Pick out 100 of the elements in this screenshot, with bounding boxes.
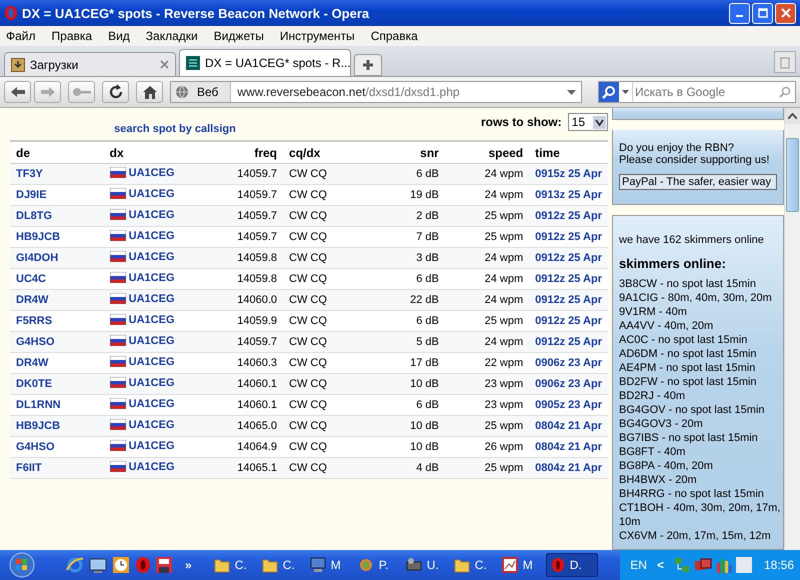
skimmer-entry: BG7IBS - no spot last 15min	[619, 431, 759, 445]
close-icon[interactable]	[160, 60, 169, 69]
scrollbar[interactable]	[784, 108, 800, 550]
paypal-field[interactable]: PayPal - The safer, easier way	[619, 174, 777, 190]
callsign-link[interactable]: DL8TG	[16, 210, 52, 222]
callsign-link[interactable]: UA1CEG	[128, 208, 175, 221]
callsign-link[interactable]: GI4DOH	[16, 252, 58, 264]
clock-icon[interactable]	[112, 556, 130, 574]
callsign-link[interactable]: UA1CEG	[128, 272, 175, 284]
callsign-link[interactable]: DR4W	[16, 294, 48, 306]
callsign-link[interactable]: UA1CEG	[128, 292, 175, 305]
callsign-link[interactable]: DL1RNN	[16, 399, 61, 411]
callsign-link[interactable]: UA1CEG	[128, 376, 175, 389]
callsign-link[interactable]: DR4W	[16, 357, 48, 369]
callsign-link[interactable]: UA1CEG	[128, 250, 175, 263]
callsign-link[interactable]: UA1CEG	[128, 460, 175, 473]
close-button[interactable]	[775, 2, 796, 24]
callsign-link[interactable]: 0912z 25 Apr	[535, 273, 602, 285]
rows-select[interactable]: 15	[568, 113, 608, 131]
menu-item[interactable]: Закладки	[142, 29, 210, 43]
callsign-link[interactable]: 0804z 21 Apr	[535, 420, 602, 432]
dropdown-arrow-icon[interactable]	[622, 90, 629, 94]
callsign-link[interactable]: 0912z 25 Apr	[535, 252, 602, 264]
clock: 18:56	[764, 558, 794, 572]
callsign-link[interactable]: 0804z 21 Apr	[535, 462, 602, 474]
taskbar-button[interactable]: P.	[354, 553, 398, 577]
callsign-link[interactable]: 0912z 25 Apr	[535, 210, 602, 222]
flag-icon	[110, 461, 126, 472]
callsign-link[interactable]: UA1CEG	[128, 418, 175, 431]
menu-item[interactable]: Вид	[104, 29, 142, 43]
callsign-link[interactable]: HB9JCB	[16, 231, 60, 243]
taskbar-button[interactable]: U.	[402, 553, 446, 577]
callsign-link[interactable]: G4HSO	[16, 336, 55, 348]
flag-icon	[110, 188, 126, 200]
minimize-button[interactable]	[729, 2, 750, 24]
search-field[interactable]: Искать в Google	[598, 81, 796, 103]
menu-item[interactable]: Виджеты	[210, 29, 276, 43]
more-button[interactable]: »	[185, 558, 192, 572]
callsign-link[interactable]: 0912z 25 Apr	[535, 315, 602, 327]
callsign-link[interactable]: 0915z 25 Apr	[535, 168, 602, 180]
scrollbar-thumb[interactable]	[786, 138, 799, 212]
callsign-link[interactable]: 0912z 25 Apr	[535, 231, 602, 243]
callsign-link[interactable]: 0804z 21 Apr	[535, 441, 602, 453]
taskbar-button[interactable]: M	[306, 553, 350, 577]
table-cell: 14060.0	[219, 290, 284, 310]
new-tab-button[interactable]	[354, 54, 382, 76]
callsign-link[interactable]: 0906z 23 Apr	[535, 378, 602, 390]
desktop-icon[interactable]	[89, 556, 107, 574]
callsign-link[interactable]: 0912z 25 Apr	[535, 294, 602, 306]
globe-icon	[175, 85, 189, 99]
callsign-link[interactable]: 0913z 25 Apr	[535, 189, 602, 201]
callsign-link[interactable]: UA1CEG	[128, 230, 175, 242]
reload-button[interactable]	[102, 81, 129, 103]
flag-icon	[110, 419, 126, 430]
callsign-link[interactable]: UA1CEG	[128, 334, 175, 347]
dropdown-arrow-icon[interactable]	[567, 90, 576, 94]
caret-up-icon[interactable]	[788, 113, 797, 119]
menu-item[interactable]: Файл	[2, 29, 48, 43]
browser-tab[interactable]: DX = UA1CEG* spots - R...	[179, 49, 351, 76]
forward-arrow-icon	[40, 86, 56, 98]
callsign-link[interactable]: F6IIT	[16, 462, 42, 474]
callsign-link[interactable]: UA1CEG	[128, 166, 175, 179]
callsign-link[interactable]: UA1CEG	[128, 398, 175, 410]
network-icon[interactable]	[674, 557, 690, 573]
callsign-link[interactable]: 0906z 23 Apr	[535, 357, 602, 369]
flag-icon	[110, 251, 126, 262]
back-button[interactable]	[4, 81, 31, 103]
callsign-link[interactable]: UA1CEG	[128, 440, 175, 452]
taskbar-button[interactable]: C.	[210, 553, 254, 577]
opera-logo-icon[interactable]	[135, 556, 151, 574]
search-link[interactable]: search spot by callsign	[10, 123, 340, 135]
taskbar-button[interactable]: M	[498, 553, 542, 577]
callsign-link[interactable]: 0905z 23 Apr	[535, 399, 602, 411]
maximize-button[interactable]	[752, 2, 773, 24]
flag-icon	[110, 314, 126, 326]
menu-item[interactable]: Справка	[366, 29, 430, 43]
taskbar-button[interactable]: C.	[258, 553, 302, 577]
callsign-link[interactable]: UC4C	[16, 273, 46, 285]
browser-icon[interactable]	[66, 556, 84, 574]
callsign-link[interactable]: DJ9IE	[16, 189, 47, 201]
callsign-link[interactable]: HB9JCB	[16, 420, 60, 432]
home-button[interactable]	[136, 81, 163, 103]
search-engine-button[interactable]	[599, 82, 619, 102]
callsign-link[interactable]: DK0TE	[16, 378, 52, 390]
menu-item[interactable]: Правка	[48, 29, 104, 43]
taskbar-button[interactable]: C.	[450, 553, 494, 577]
callsign-link[interactable]: G4HSO	[16, 441, 55, 453]
callsign-link[interactable]: F5RRS	[16, 315, 52, 327]
callsign-link[interactable]: UA1CEG	[128, 314, 175, 326]
callsign-link[interactable]: 0912z 25 Apr	[535, 336, 602, 348]
callsign-link[interactable]: UA1CEG	[128, 356, 175, 368]
menu-item[interactable]: Инструменты	[276, 29, 367, 43]
browser-tab[interactable]: Загрузки	[4, 52, 176, 76]
callsign-link[interactable]: TF3Y	[16, 168, 43, 180]
bar-meter-icon[interactable]	[716, 557, 732, 573]
taskbar-button[interactable]: D.	[546, 553, 598, 577]
address-field[interactable]: Веб www.reversebeacon.net/dxsd1/dxsd1.php	[170, 81, 582, 103]
callsign-link[interactable]: UA1CEG	[128, 188, 175, 200]
monitors-icon[interactable]	[694, 557, 712, 573]
blank-tray-icon[interactable]	[736, 557, 752, 573]
